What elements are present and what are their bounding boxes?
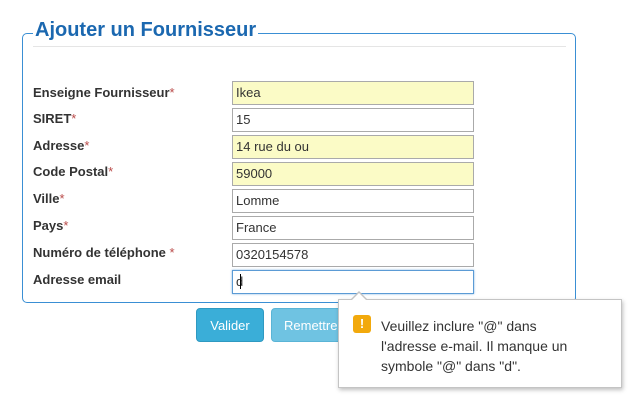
label-email: Adresse email: [33, 272, 122, 287]
ville-input[interactable]: Lomme: [232, 189, 474, 213]
tooltip-line-3: symbole "@" dans "d".: [381, 358, 521, 374]
submit-button[interactable]: Valider: [196, 308, 264, 342]
telephone-input[interactable]: 0320154578: [232, 243, 474, 267]
enseigne-input[interactable]: Ikea: [232, 81, 474, 105]
label-ville: Ville*: [33, 191, 65, 206]
label-siret: SIRET*: [33, 111, 77, 126]
title-divider: [33, 46, 566, 47]
text-cursor: [240, 274, 241, 289]
tooltip-message: Veuillez inclure "@" dans l'adresse e-ma…: [381, 316, 601, 376]
pays-input[interactable]: France: [232, 216, 474, 240]
label-enseigne: Enseigne Fournisseur*: [33, 85, 175, 100]
label-code-postal: Code Postal*: [33, 164, 114, 179]
adresse-input[interactable]: 14 rue du ou: [232, 135, 474, 159]
label-pays: Pays*: [33, 218, 69, 233]
form-title: Ajouter un Fournisseur: [33, 19, 259, 42]
label-telephone: Numéro de téléphone *: [33, 245, 175, 260]
label-adresse: Adresse*: [33, 138, 90, 153]
code-postal-input[interactable]: 59000: [232, 162, 474, 186]
siret-input[interactable]: 15: [232, 108, 474, 132]
warning-icon: !: [353, 315, 371, 333]
validation-tooltip: ! Veuillez inclure "@" dans l'adresse e-…: [338, 291, 622, 388]
tooltip-line-2: l'adresse e-mail. Il manque un: [381, 338, 568, 354]
tooltip-line-1: Veuillez inclure "@" dans: [381, 318, 537, 334]
